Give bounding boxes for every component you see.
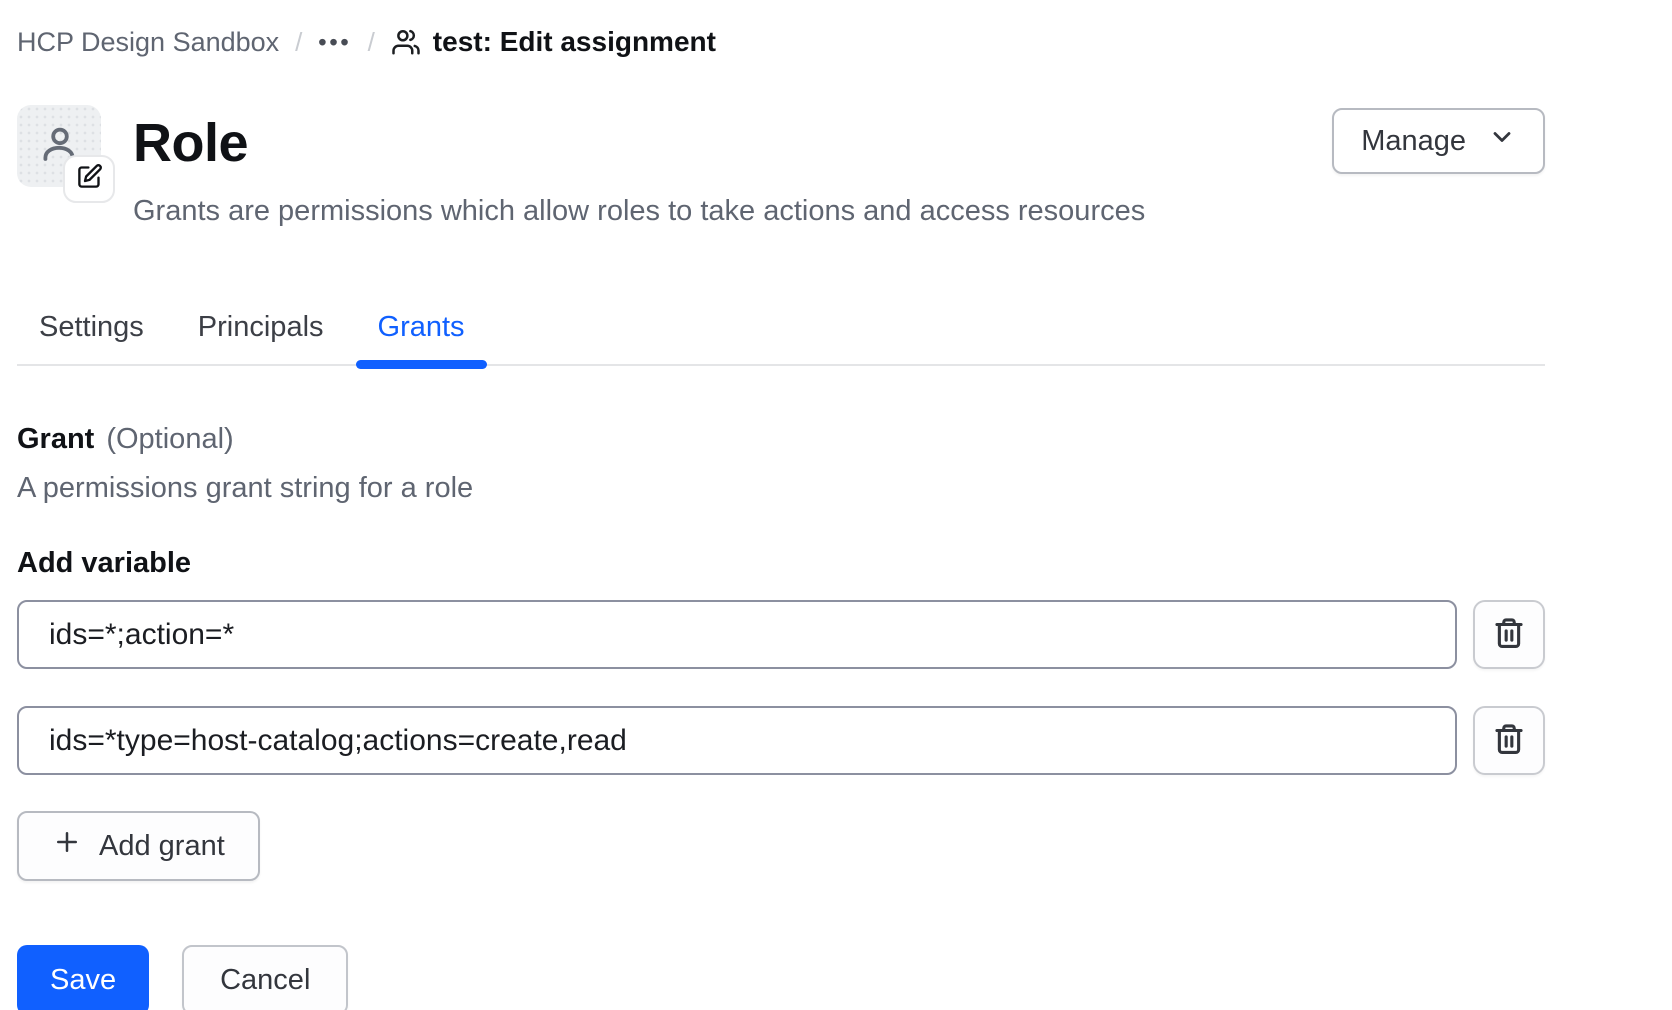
form-actions: Save Cancel — [17, 945, 1545, 1010]
page-title: Role — [133, 115, 1145, 171]
users-icon — [391, 27, 421, 57]
grant-field-helper: A permissions grant string for a role — [17, 472, 1545, 505]
breadcrumb-ellipsis[interactable]: ••• — [318, 29, 351, 56]
tab-principals[interactable]: Principals — [176, 299, 346, 364]
breadcrumb-separator: / — [368, 27, 375, 58]
save-button[interactable]: Save — [17, 945, 149, 1010]
breadcrumb-current-label: test: Edit assignment — [433, 26, 716, 58]
tab-grants[interactable]: Grants — [356, 299, 487, 364]
trash-icon — [1492, 616, 1526, 653]
trash-icon — [1492, 722, 1526, 759]
cancel-button[interactable]: Cancel — [182, 945, 348, 1010]
tab-bar: Settings Principals Grants — [17, 299, 1545, 366]
grant-input-2[interactable] — [17, 706, 1457, 775]
add-grant-label: Add grant — [99, 830, 225, 863]
grant-field-label: Grant — [17, 423, 94, 456]
header-text: Role Grants are permissions which allow … — [133, 105, 1145, 228]
breadcrumb: HCP Design Sandbox / ••• / test: Edit as… — [17, 0, 1545, 60]
edit-avatar-button[interactable] — [63, 155, 115, 203]
page-header: Role Grants are permissions which allow … — [17, 105, 1545, 228]
delete-grant-1-button[interactable] — [1473, 600, 1545, 669]
content: HCP Design Sandbox / ••• / test: Edit as… — [17, 0, 1545, 1010]
page: HCP Design Sandbox / ••• / test: Edit as… — [0, 0, 1672, 1010]
grant-input-1[interactable] — [17, 600, 1457, 669]
add-grant-button[interactable]: Add grant — [17, 811, 260, 881]
plus-icon — [52, 827, 82, 865]
grant-row — [17, 600, 1545, 669]
breadcrumb-separator: / — [295, 27, 302, 58]
grant-row — [17, 706, 1545, 775]
manage-button-label: Manage — [1361, 125, 1466, 158]
breadcrumb-item-root[interactable]: HCP Design Sandbox — [17, 27, 279, 58]
delete-grant-2-button[interactable] — [1473, 706, 1545, 775]
grant-field-optional: (Optional) — [106, 423, 233, 456]
breadcrumb-item-current: test: Edit assignment — [391, 26, 716, 58]
grant-field-label-row: Grant (Optional) — [17, 423, 1545, 456]
edit-pencil-icon — [76, 163, 103, 195]
tab-settings[interactable]: Settings — [17, 299, 166, 364]
chevron-down-icon — [1488, 123, 1516, 159]
role-avatar-wrap — [17, 105, 101, 187]
page-subtitle: Grants are permissions which allow roles… — [133, 195, 1145, 228]
add-variable-label: Add variable — [17, 547, 1545, 580]
manage-button[interactable]: Manage — [1332, 108, 1545, 174]
